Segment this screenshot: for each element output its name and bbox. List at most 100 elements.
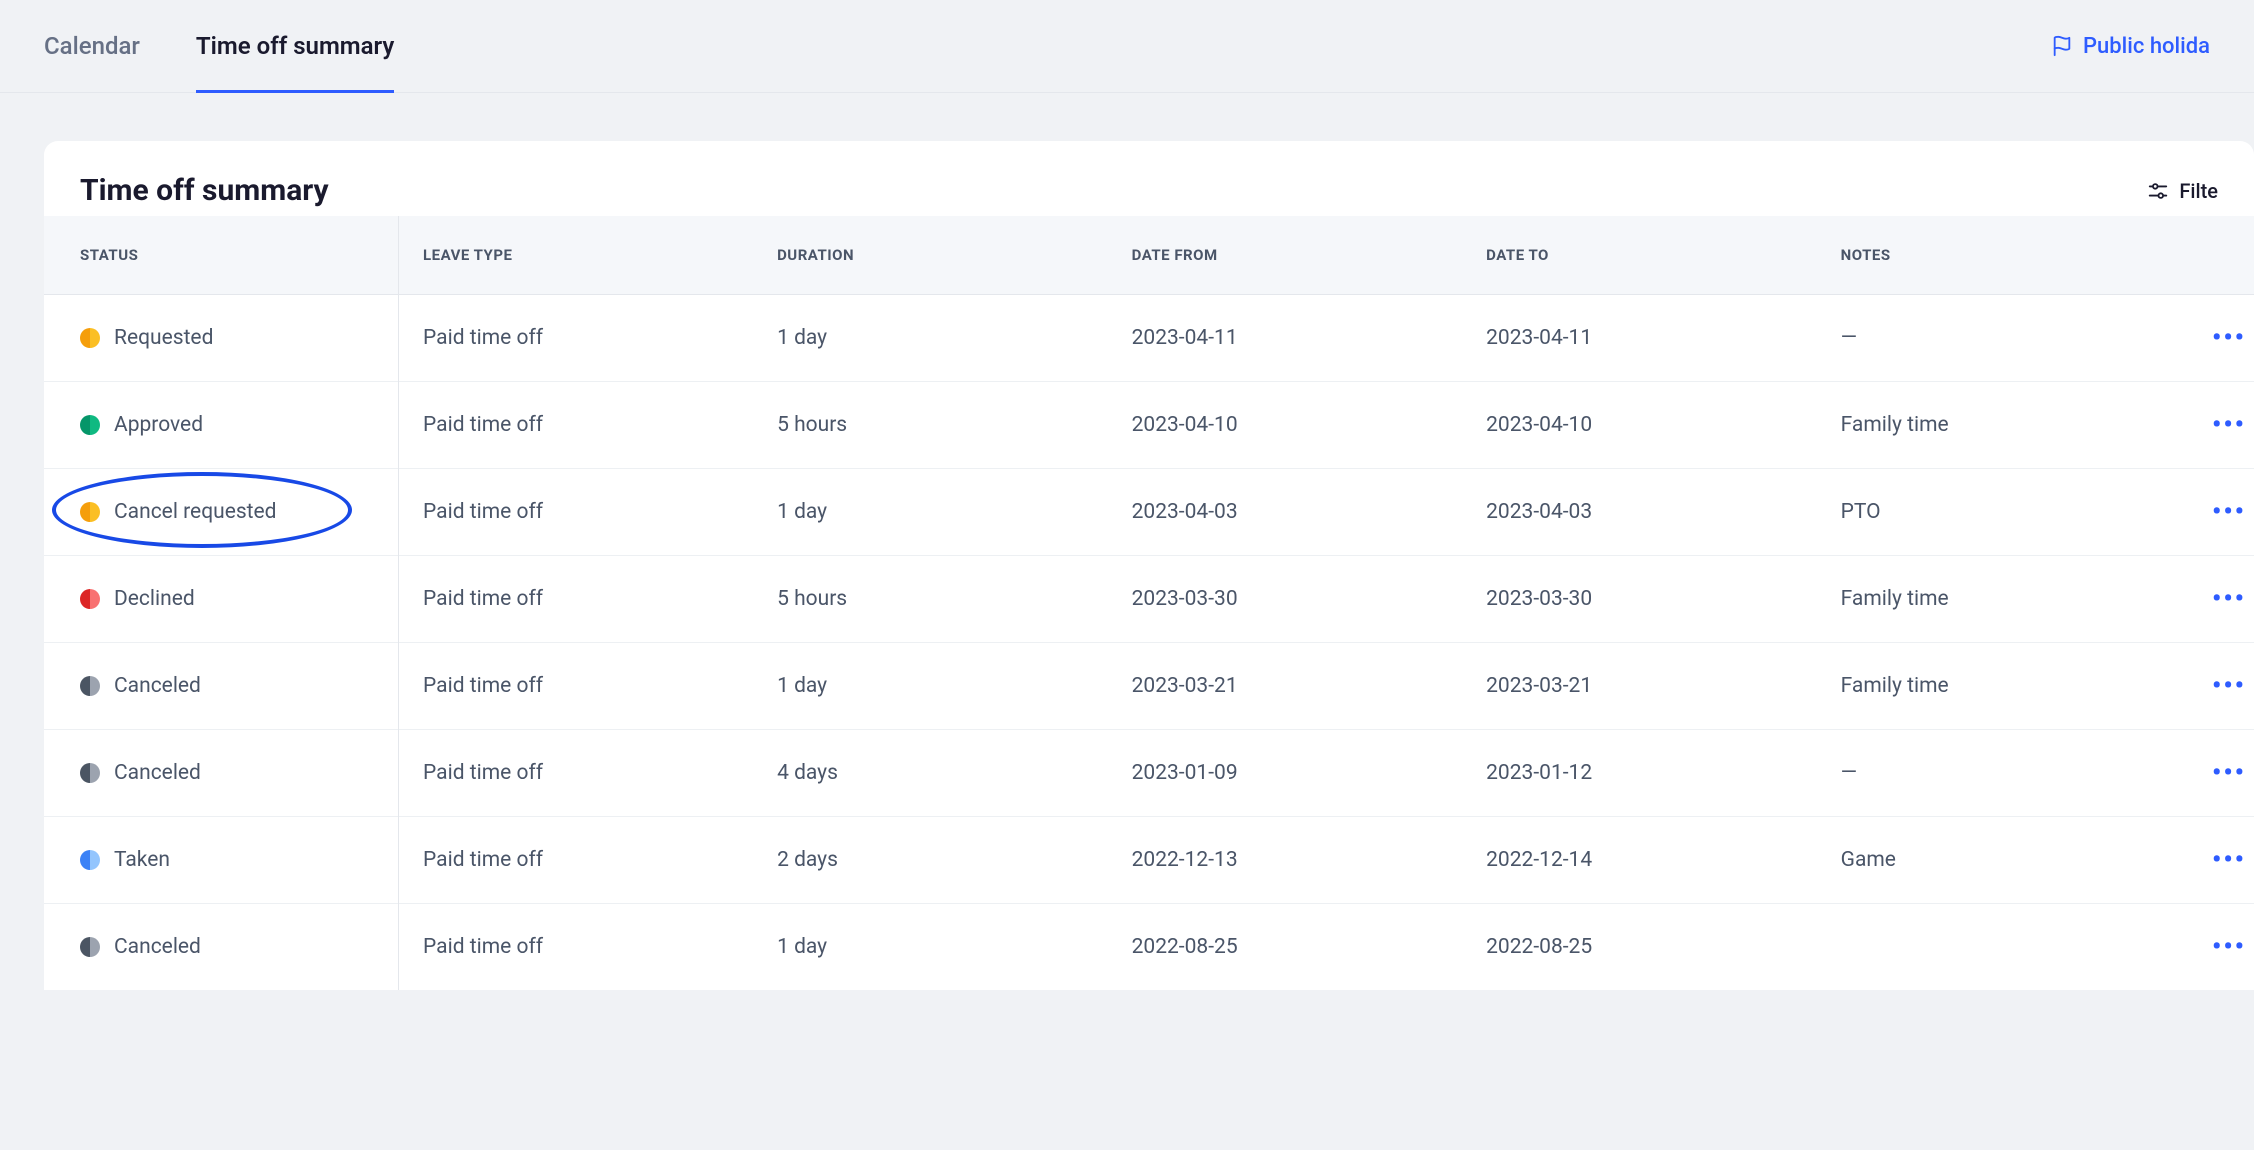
cell-date-to: 2023-03-21 <box>1462 643 1817 730</box>
status-dot-icon <box>80 937 100 957</box>
cell-leave-type: Paid time off <box>399 382 754 469</box>
cell-actions: ••• <box>2156 730 2254 817</box>
more-actions-icon[interactable]: ••• <box>2212 671 2246 701</box>
cell-date-to: 2022-08-25 <box>1462 904 1817 991</box>
cell-notes: — <box>1817 295 2157 382</box>
more-actions-icon[interactable]: ••• <box>2212 584 2246 614</box>
col-header-duration[interactable]: DURATION <box>753 216 1108 295</box>
status-label: Canceled <box>114 761 201 785</box>
cell-status: Canceled <box>44 730 399 817</box>
cell-actions: ••• <box>2156 904 2254 991</box>
cell-leave-type: Paid time off <box>399 643 754 730</box>
table-row: DeclinedPaid time off5 hours2023-03-3020… <box>44 556 2254 643</box>
cell-leave-type: Paid time off <box>399 904 754 991</box>
cell-notes: Family time <box>1817 382 2157 469</box>
cell-status: Canceled <box>44 904 399 991</box>
more-actions-icon[interactable]: ••• <box>2212 845 2246 875</box>
cell-date-from: 2022-08-25 <box>1108 904 1463 991</box>
cell-notes <box>1817 904 2157 991</box>
card-header: Time off summary Filte <box>44 141 2254 216</box>
cell-date-to: 2023-03-30 <box>1462 556 1817 643</box>
status-label: Canceled <box>114 935 201 959</box>
col-header-status[interactable]: STATUS <box>44 216 399 295</box>
filters-button[interactable]: Filte <box>2147 179 2218 203</box>
more-actions-icon[interactable]: ••• <box>2212 497 2246 527</box>
table-header-row: STATUS LEAVE TYPE DURATION DATE FROM DAT… <box>44 216 2254 295</box>
more-actions-icon[interactable]: ••• <box>2212 323 2246 353</box>
status-dot-icon <box>80 589 100 609</box>
status-dot-icon <box>80 763 100 783</box>
cell-actions: ••• <box>2156 556 2254 643</box>
tabs: Calendar Time off summary <box>44 0 394 92</box>
tab-time-off-summary[interactable]: Time off summary <box>196 0 394 92</box>
cell-actions: ••• <box>2156 469 2254 556</box>
cell-leave-type: Paid time off <box>399 817 754 904</box>
cell-date-to: 2023-04-03 <box>1462 469 1817 556</box>
cell-status: Cancel requested <box>44 469 399 556</box>
table-row: TakenPaid time off2 days2022-12-132022-1… <box>44 817 2254 904</box>
more-actions-icon[interactable]: ••• <box>2212 410 2246 440</box>
cell-notes: Game <box>1817 817 2157 904</box>
cell-duration: 1 day <box>753 643 1108 730</box>
status-label: Requested <box>114 326 213 350</box>
status-label: Canceled <box>114 674 201 698</box>
cell-status: Approved <box>44 382 399 469</box>
cell-date-from: 2023-03-21 <box>1108 643 1463 730</box>
card-title: Time off summary <box>80 173 329 208</box>
cell-date-from: 2023-03-30 <box>1108 556 1463 643</box>
status-dot-icon <box>80 502 100 522</box>
cell-duration: 4 days <box>753 730 1108 817</box>
public-holidays-link[interactable]: Public holida <box>2051 2 2210 91</box>
cell-date-to: 2022-12-14 <box>1462 817 1817 904</box>
top-nav: Calendar Time off summary Public holida <box>0 0 2254 93</box>
filters-label: Filte <box>2179 179 2218 203</box>
cell-date-from: 2023-04-10 <box>1108 382 1463 469</box>
cell-actions: ••• <box>2156 643 2254 730</box>
more-actions-icon[interactable]: ••• <box>2212 932 2246 962</box>
cell-leave-type: Paid time off <box>399 556 754 643</box>
table-row: CanceledPaid time off1 day2023-03-212023… <box>44 643 2254 730</box>
time-off-table: STATUS LEAVE TYPE DURATION DATE FROM DAT… <box>44 216 2254 990</box>
tab-calendar[interactable]: Calendar <box>44 0 140 92</box>
cell-date-to: 2023-04-10 <box>1462 382 1817 469</box>
cell-status: Canceled <box>44 643 399 730</box>
cell-status: Taken <box>44 817 399 904</box>
cell-duration: 1 day <box>753 469 1108 556</box>
cell-notes: Family time <box>1817 556 2157 643</box>
status-label: Cancel requested <box>114 500 277 524</box>
cell-leave-type: Paid time off <box>399 469 754 556</box>
cell-notes: PTO <box>1817 469 2157 556</box>
col-header-date-to[interactable]: DATE TO <box>1462 216 1817 295</box>
col-header-actions <box>2156 216 2254 295</box>
filters-icon <box>2147 180 2169 202</box>
cell-duration: 2 days <box>753 817 1108 904</box>
summary-card: Time off summary Filte STATUS LEAVE TYPE… <box>44 141 2254 990</box>
cell-duration: 1 day <box>753 295 1108 382</box>
cell-notes: — <box>1817 730 2157 817</box>
cell-date-from: 2023-04-11 <box>1108 295 1463 382</box>
cell-notes: Family time <box>1817 643 2157 730</box>
more-actions-icon[interactable]: ••• <box>2212 758 2246 788</box>
cell-status: Declined <box>44 556 399 643</box>
col-header-date-from[interactable]: DATE FROM <box>1108 216 1463 295</box>
table-row: CanceledPaid time off1 day2022-08-252022… <box>44 904 2254 991</box>
public-holidays-label: Public holida <box>2083 34 2210 59</box>
table-row: RequestedPaid time off1 day2023-04-11202… <box>44 295 2254 382</box>
status-dot-icon <box>80 850 100 870</box>
cell-leave-type: Paid time off <box>399 730 754 817</box>
status-label: Declined <box>114 587 195 611</box>
status-dot-icon <box>80 328 100 348</box>
col-header-leave-type[interactable]: LEAVE TYPE <box>399 216 754 295</box>
flag-icon <box>2051 35 2073 57</box>
cell-date-from: 2023-04-03 <box>1108 469 1463 556</box>
cell-duration: 5 hours <box>753 382 1108 469</box>
cell-duration: 5 hours <box>753 556 1108 643</box>
status-label: Approved <box>114 413 203 437</box>
status-dot-icon <box>80 676 100 696</box>
cell-actions: ••• <box>2156 382 2254 469</box>
cell-date-from: 2023-01-09 <box>1108 730 1463 817</box>
col-header-notes[interactable]: NOTES <box>1817 216 2157 295</box>
cell-actions: ••• <box>2156 295 2254 382</box>
cell-date-to: 2023-04-11 <box>1462 295 1817 382</box>
cell-duration: 1 day <box>753 904 1108 991</box>
